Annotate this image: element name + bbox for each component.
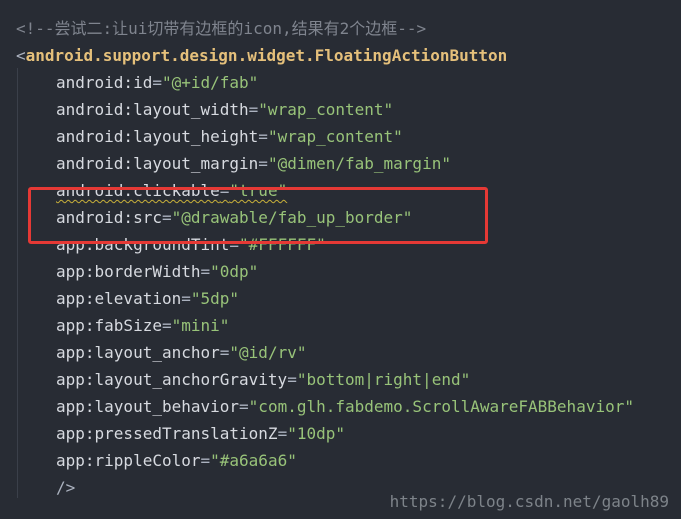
attribute-name: android:layout_width bbox=[56, 100, 249, 119]
equals-sign: = bbox=[277, 424, 288, 443]
equals-sign: = bbox=[200, 451, 211, 470]
attribute-name: app:elevation bbox=[56, 289, 182, 308]
attribute-line: android:id="@+id/fab" bbox=[56, 69, 258, 96]
xml-comment: <!--尝试二:让ui切带有边框的icon,结果有2个边框--> bbox=[16, 19, 427, 38]
attribute-value: "@+id/fab" bbox=[161, 73, 259, 92]
code-editor[interactable]: <!--尝试二:让ui切带有边框的icon,结果有2个边框--> <androi… bbox=[0, 0, 681, 519]
attribute-line: app:backgroundTint="#FFFFFF" bbox=[56, 231, 326, 258]
attribute-value: "mini" bbox=[171, 316, 230, 335]
attribute-value: "@id/rv" bbox=[229, 343, 307, 362]
tag-name: android.support.design.widget.FloatingAc… bbox=[25, 46, 508, 65]
attribute-value: "com.glh.fabdemo.ScrollAwareFABBehavior" bbox=[248, 397, 634, 416]
tag-open-bracket: < bbox=[16, 46, 26, 65]
attribute-line: app:elevation="5dp" bbox=[56, 285, 239, 312]
attribute-value: "@dimen/fab_margin" bbox=[267, 154, 451, 173]
attribute-value: "5dp" bbox=[190, 289, 240, 308]
attribute-name: android:layout_height bbox=[56, 127, 259, 146]
attribute-value: "true" bbox=[229, 181, 288, 200]
attribute-name: app:layout_anchor bbox=[56, 343, 220, 362]
watermark: https://blog.csdn.net/gaolh89 bbox=[389, 492, 669, 511]
attribute-line: app:borderWidth="0dp" bbox=[56, 258, 258, 285]
equals-sign: = bbox=[229, 235, 240, 254]
attribute-value: "10dp" bbox=[287, 424, 345, 443]
attribute-line: android:layout_margin="@dimen/fab_margin… bbox=[56, 150, 451, 177]
equals-sign: = bbox=[161, 316, 172, 335]
attribute-line: app:layout_anchor="@id/rv" bbox=[56, 339, 306, 366]
attribute-name: android:clickable bbox=[56, 181, 220, 200]
attribute-name: app:layout_anchorGravity bbox=[56, 370, 288, 389]
tag-open-line: <android.support.design.widget.FloatingA… bbox=[16, 42, 507, 69]
equals-sign: = bbox=[258, 154, 268, 173]
attribute-name: app:backgroundTint bbox=[56, 235, 230, 254]
equals-sign: = bbox=[219, 343, 230, 362]
attribute-value: "0dp" bbox=[210, 262, 259, 281]
attribute-value: "#a6a6a6" bbox=[210, 451, 297, 470]
attribute-value: "#FFFFFF" bbox=[239, 235, 326, 254]
equals-sign: = bbox=[239, 397, 249, 416]
equals-sign: = bbox=[161, 208, 172, 227]
attribute-name: app:layout_behavior bbox=[56, 397, 240, 416]
attribute-line: android:src="@drawable/fab_up_border" bbox=[56, 204, 412, 231]
attribute-value: "@drawable/fab_up_border" bbox=[171, 208, 413, 227]
attribute-name: android:src bbox=[56, 208, 162, 227]
attribute-name: android:layout_margin bbox=[56, 154, 259, 173]
attribute-name: app:borderWidth bbox=[56, 262, 201, 281]
attribute-line: app:pressedTranslationZ="10dp" bbox=[56, 420, 345, 447]
self-closing-tag: /> bbox=[56, 478, 76, 497]
indent-guide bbox=[17, 68, 18, 498]
attribute-line: android:layout_width="wrap_content" bbox=[56, 96, 393, 123]
attribute-line: app:layout_behavior="com.glh.fabdemo.Scr… bbox=[56, 393, 634, 420]
equals-sign: = bbox=[181, 289, 191, 308]
attribute-line: app:rippleColor="#a6a6a6" bbox=[56, 447, 297, 474]
attribute-value: "wrap_content" bbox=[258, 100, 394, 119]
attribute-value: "bottom|right|end" bbox=[296, 370, 471, 389]
attribute-line: android:layout_height="wrap_content" bbox=[56, 123, 403, 150]
attribute-line: app:layout_anchorGravity="bottom|right|e… bbox=[56, 366, 470, 393]
attribute-value: "wrap_content" bbox=[267, 127, 403, 146]
equals-sign: = bbox=[258, 127, 268, 146]
equals-sign: = bbox=[219, 181, 230, 200]
equals-sign: = bbox=[287, 370, 297, 389]
attribute-name: app:fabSize bbox=[56, 316, 162, 335]
equals-sign: = bbox=[248, 100, 259, 119]
attribute-line: app:fabSize="mini" bbox=[56, 312, 229, 339]
attribute-name: app:rippleColor bbox=[56, 451, 201, 470]
equals-sign: = bbox=[200, 262, 211, 281]
attribute-line: android:clickable="true" bbox=[56, 177, 287, 204]
attribute-name: app:pressedTranslationZ bbox=[56, 424, 278, 443]
equals-sign: = bbox=[152, 73, 162, 92]
attribute-name: android:id bbox=[56, 73, 153, 92]
